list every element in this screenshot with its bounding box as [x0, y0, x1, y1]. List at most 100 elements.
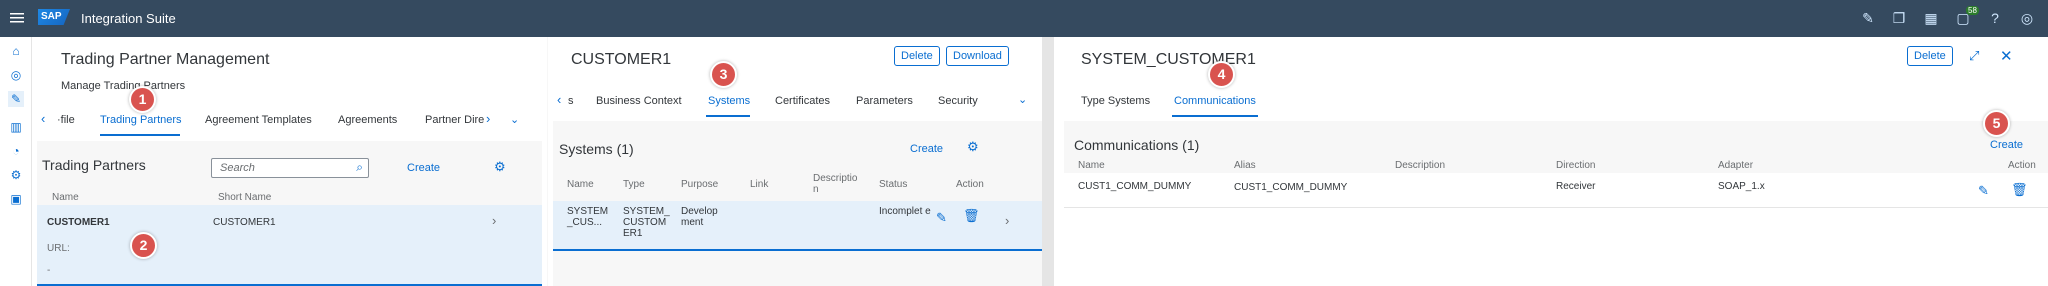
edit-icon[interactable]: ✎: [936, 210, 947, 226]
shell-bar: SAP Integration Suite ✎ ❐ ▦ ▢ 58 ? ◎: [0, 0, 2048, 37]
annotation-badge-2: 2: [130, 232, 157, 259]
tab-prev[interactable]: s: [568, 95, 574, 107]
row-navigate-icon[interactable]: ›: [492, 213, 496, 228]
column-header-action: Action: [2008, 160, 2036, 171]
tab-systems[interactable]: Systems: [708, 95, 750, 107]
settings-icon[interactable]: ⚙: [494, 159, 506, 175]
tab-agreement-templates[interactable]: Agreement Templates: [205, 114, 312, 126]
tab-agreements[interactable]: Agreements: [338, 114, 397, 126]
column-header-action: Action: [956, 179, 984, 190]
feedback-icon[interactable]: ✎: [1860, 10, 1876, 26]
row-url-label: URL:: [47, 243, 70, 254]
column-separator[interactable]: [1042, 37, 1054, 286]
row-short-name: CUSTOMER1: [213, 217, 276, 228]
delete-icon[interactable]: 🗑: [2011, 182, 2028, 198]
tabs-scroll-left-icon[interactable]: ‹: [557, 92, 561, 107]
column-header-name: Name: [567, 179, 594, 190]
column-header-name: Name: [1078, 160, 1105, 171]
customer-detail-column: CUSTOMER1 Delete Download ‹ s Business C…: [548, 37, 1042, 286]
notification-count: 58: [1966, 6, 1979, 15]
download-button[interactable]: Download: [946, 46, 1009, 66]
tab-profile[interactable]: ·file: [57, 114, 75, 126]
tab-communications[interactable]: Communications: [1174, 95, 1256, 107]
discover-icon[interactable]: ◎: [8, 67, 24, 83]
edit-icon[interactable]: ✎: [1978, 183, 1989, 199]
panel-title: Systems (1): [559, 141, 634, 157]
tab-partner-directory[interactable]: Partner Dire: [425, 114, 484, 126]
tabs-overflow-icon[interactable]: ⌄: [510, 113, 519, 126]
column-header-short-name: Short Name: [218, 192, 272, 203]
table-row[interactable]: SYSTEM _CUS... SYSTEM_ CUSTOM ER1 Develo…: [553, 201, 1042, 251]
panel-title: Communications (1): [1074, 137, 1200, 153]
annotation-badge-5: 5: [1983, 110, 2010, 137]
search-placeholder: Search: [220, 162, 255, 174]
active-tab-indicator: [100, 134, 180, 136]
delete-icon[interactable]: 🗑: [963, 208, 980, 224]
monitor-icon[interactable]: ▥: [8, 119, 24, 135]
search-input[interactable]: Search ⌕: [211, 158, 369, 178]
tab-type-systems[interactable]: Type Systems: [1081, 95, 1150, 107]
row-alias: CUST1_COMM_DUMMY: [1234, 182, 1348, 193]
user-icon[interactable]: ◎: [2019, 10, 2035, 26]
row-status: Incomplet e: [879, 206, 931, 217]
left-navigation: ⌂ ◎ ✎ ▥ ◔ ⚙ ▣: [0, 37, 32, 286]
column-header-alias: Alias: [1234, 160, 1256, 171]
row-direction: Receiver: [1556, 181, 1596, 192]
tab-certificates[interactable]: Certificates: [775, 95, 830, 107]
column-header-description: Descriptio n: [813, 173, 858, 195]
grid-icon[interactable]: ▦: [1923, 10, 1939, 26]
table-row[interactable]: CUSTOMER1 CUSTOMER1 URL: - ›: [37, 205, 542, 286]
partner-title: CUSTOMER1: [571, 51, 672, 68]
create-link[interactable]: Create: [407, 162, 440, 174]
settings-nav-icon[interactable]: ⚙: [8, 167, 24, 183]
create-link[interactable]: Create: [1990, 139, 2023, 151]
monitor2-icon[interactable]: ▣: [8, 191, 24, 207]
hamburger-menu-icon[interactable]: [9, 10, 25, 26]
delete-button[interactable]: Delete: [1907, 46, 1953, 66]
row-purpose: Develop ment: [681, 206, 718, 228]
column-header-purpose: Purpose: [681, 179, 719, 190]
table-row[interactable]: CUST1_COMM_DUMMY CUST1_COMM_DUMMY Receiv…: [1064, 173, 2048, 208]
column-header-type: Type: [623, 179, 645, 190]
dashboard-icon[interactable]: ◔: [8, 143, 24, 159]
settings-icon[interactable]: ⚙: [967, 139, 979, 155]
column-header-status: Status: [879, 179, 908, 190]
sap-logo[interactable]: SAP: [38, 9, 70, 25]
app-title: Integration Suite: [81, 11, 176, 26]
tab-trading-partners[interactable]: Trading Partners: [100, 114, 182, 126]
copy-icon[interactable]: ❐: [1891, 10, 1907, 26]
design-icon[interactable]: ✎: [8, 91, 24, 107]
row-type: SYSTEM_ CUSTOM ER1: [623, 206, 670, 239]
page-title: Trading Partner Management: [61, 51, 270, 68]
page-subtitle: Manage Trading Partners: [61, 80, 186, 92]
annotation-badge-4: 4: [1208, 61, 1235, 88]
trading-partner-management-column: Trading Partner Management Manage Tradin…: [32, 37, 547, 286]
tabs-scroll-right-icon[interactable]: ›: [486, 111, 490, 126]
column-header-description: Description: [1395, 160, 1446, 171]
delete-button[interactable]: Delete: [894, 46, 940, 66]
systems-panel: Systems (1) Create ⚙ Name Type Purpose L…: [553, 121, 1042, 286]
row-navigate-icon[interactable]: ›: [1005, 213, 1009, 228]
fullscreen-icon[interactable]: ⤢: [1969, 48, 1979, 64]
tab-business-context[interactable]: Business Context: [596, 95, 682, 107]
column-header-link: Link: [750, 179, 769, 190]
search-icon[interactable]: ⌕: [356, 160, 363, 175]
communications-panel: Communications (1) Create Name Alias Des…: [1064, 121, 2048, 286]
row-adapter: SOAP_1.x: [1718, 181, 1765, 192]
tab-security[interactable]: Security: [938, 95, 978, 107]
create-link[interactable]: Create: [910, 143, 943, 155]
help-icon[interactable]: ?: [1987, 10, 2003, 26]
panel-title: Trading Partners: [42, 157, 146, 173]
column-header-direction: Direction: [1556, 160, 1596, 171]
row-name: CUSTOMER1: [47, 217, 110, 228]
home-icon[interactable]: ⌂: [8, 43, 24, 59]
tabs-overflow-icon[interactable]: ⌄: [1018, 93, 1027, 106]
close-icon[interactable]: ✕: [2000, 47, 2013, 65]
system-detail-column: SYSTEM_CUSTOMER1 Delete ⤢ ✕ Type Systems…: [1054, 37, 2048, 286]
column-header-name: Name: [52, 192, 79, 203]
tabs-scroll-left-icon[interactable]: ‹: [41, 111, 45, 126]
active-tab-indicator: [1172, 115, 1258, 117]
column-header-adapter: Adapter: [1718, 160, 1754, 171]
row-url-value: -: [47, 265, 51, 276]
tab-parameters[interactable]: Parameters: [856, 95, 913, 107]
